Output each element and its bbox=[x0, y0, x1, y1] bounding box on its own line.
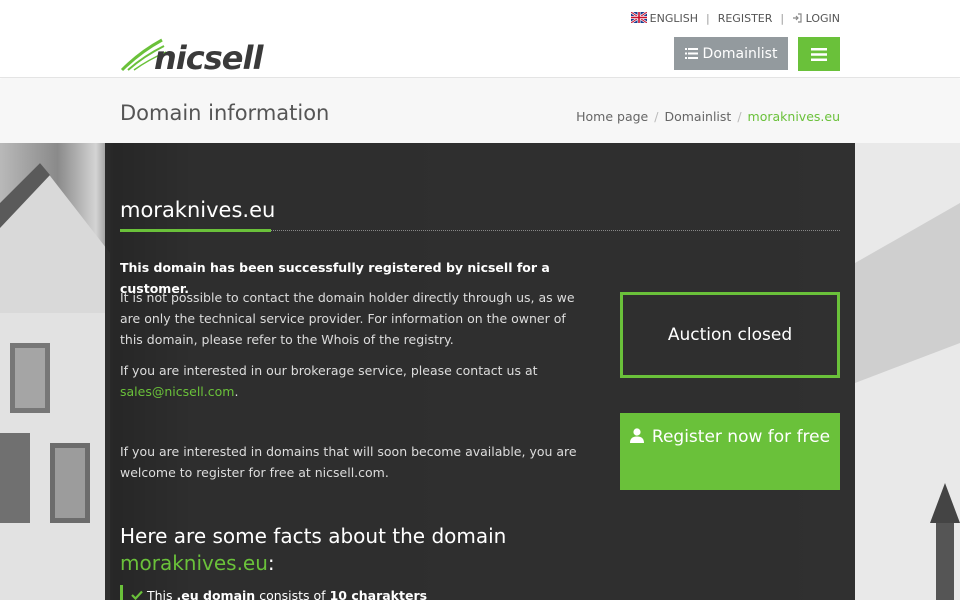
nav-separator: | bbox=[706, 12, 710, 25]
check-icon bbox=[131, 590, 143, 600]
title-bar: Domain information Home page / Domainlis… bbox=[0, 79, 960, 143]
auction-status-label: Auction closed bbox=[667, 325, 793, 345]
breadcrumb-separator: / bbox=[654, 109, 659, 124]
breadcrumb-separator: / bbox=[737, 109, 742, 124]
breadcrumb-home[interactable]: Home page bbox=[576, 109, 648, 124]
contact-text: It is not possible to contact the domain… bbox=[120, 290, 575, 347]
auction-status-box: Auction closed bbox=[620, 292, 840, 378]
domainlist-label: Domainlist bbox=[702, 45, 778, 62]
site-header: ENGLISH | REGISTER | LOGIN nicsell Domai… bbox=[0, 0, 960, 78]
fact-count: 10 charakters bbox=[329, 587, 428, 600]
domain-heading: moraknives.eu bbox=[120, 198, 276, 222]
login-label: LOGIN bbox=[805, 12, 840, 25]
breadcrumb-current: moraknives.eu bbox=[747, 109, 840, 124]
top-navigation: ENGLISH | REGISTER | LOGIN bbox=[630, 12, 840, 25]
register-button-label: Register now for free bbox=[651, 427, 831, 447]
register-now-button[interactable]: Register now for free bbox=[620, 413, 840, 490]
facts-domain: moraknives.eu bbox=[120, 551, 268, 575]
list-icon bbox=[684, 48, 698, 59]
fact-extension: .eu domain bbox=[176, 587, 256, 600]
brokerage-label: If you are interested in our brokerage s… bbox=[120, 363, 538, 378]
heading-underline bbox=[120, 229, 271, 232]
user-icon bbox=[629, 428, 644, 443]
domain-info-panel: moraknives.eu This domain has been succe… bbox=[105, 143, 855, 600]
fact-item: This .eu domain consists of 10 charakter… bbox=[120, 585, 427, 600]
sales-email-link[interactable]: sales@nicsell.com bbox=[120, 384, 234, 399]
breadcrumb: Home page / Domainlist / moraknives.eu bbox=[576, 109, 840, 124]
page-title: Domain information bbox=[120, 101, 330, 125]
brokerage-text: If you are interested in our brokerage s… bbox=[120, 360, 590, 402]
breadcrumb-domainlist[interactable]: Domainlist bbox=[664, 109, 731, 124]
logo-image: nicsell bbox=[120, 38, 265, 77]
facts-colon: : bbox=[267, 551, 275, 575]
menu-button[interactable] bbox=[798, 37, 840, 71]
nav-separator: | bbox=[780, 12, 785, 25]
facts-heading: Here are some facts about the domain mor… bbox=[120, 523, 620, 577]
domainlist-button[interactable]: Domainlist bbox=[674, 37, 788, 70]
language-selector[interactable]: ENGLISH bbox=[630, 12, 698, 25]
brokerage-end: . bbox=[234, 384, 239, 399]
facts-heading-text: Here are some facts about the domain bbox=[120, 524, 507, 548]
logo-text: nicsell bbox=[154, 39, 264, 72]
uk-flag-icon bbox=[630, 12, 647, 23]
register-info-text: If you are interested in domains that wi… bbox=[120, 444, 577, 480]
fact-pre: This bbox=[147, 587, 173, 600]
hamburger-icon bbox=[811, 47, 827, 61]
nicsell-logo[interactable]: nicsell bbox=[120, 38, 268, 77]
language-label: ENGLISH bbox=[649, 12, 698, 25]
login-icon bbox=[793, 13, 802, 23]
register-link[interactable]: REGISTER bbox=[718, 12, 773, 25]
login-link[interactable]: LOGIN bbox=[792, 12, 840, 25]
fact-mid: consists of bbox=[259, 587, 326, 600]
